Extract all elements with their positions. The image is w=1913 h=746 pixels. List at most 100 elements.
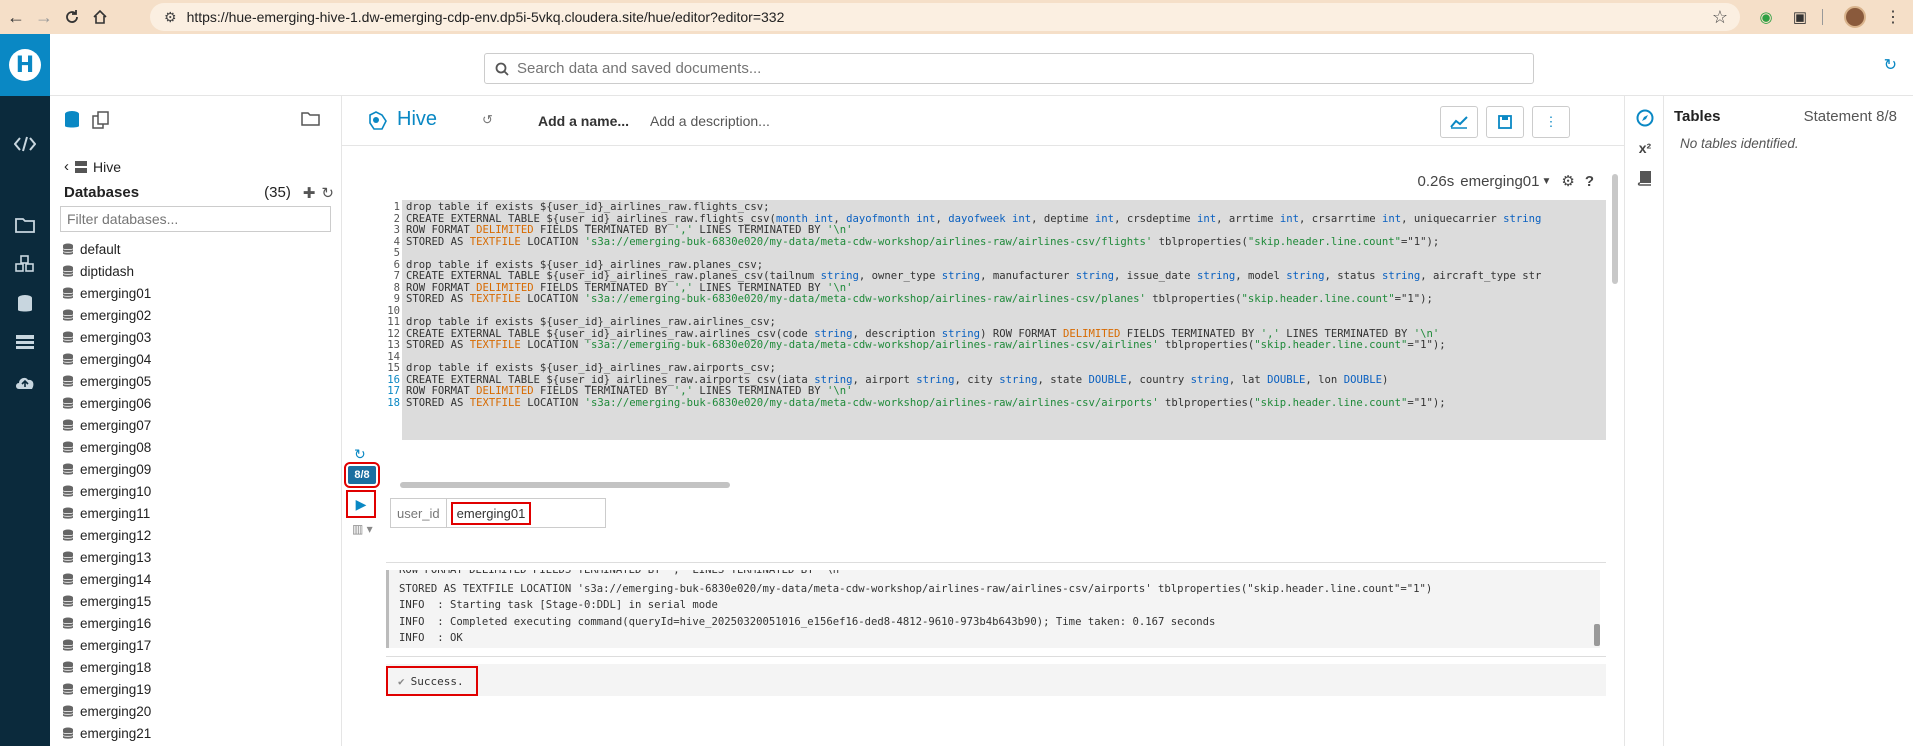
database-item[interactable]: emerging17 xyxy=(62,634,151,656)
run-play-icon[interactable]: ▶ xyxy=(346,490,376,518)
chart-button[interactable] xyxy=(1440,106,1478,138)
database-item[interactable]: emerging10 xyxy=(62,480,151,502)
chevron-left-icon[interactable]: ‹ xyxy=(64,158,69,175)
tables-icon[interactable] xyxy=(11,328,39,356)
log-scrollbar[interactable] xyxy=(1594,624,1600,646)
statement-counter-badge[interactable]: 8/8 xyxy=(344,462,380,488)
filter-databases-input[interactable] xyxy=(60,206,331,232)
functions-icon[interactable]: x² xyxy=(1635,138,1655,158)
database-item[interactable]: default xyxy=(62,238,151,260)
open-folder-icon[interactable] xyxy=(301,110,321,129)
compass-icon[interactable] xyxy=(1635,108,1655,128)
database-icon xyxy=(62,441,74,453)
database-icon xyxy=(62,309,74,321)
query-history-icon[interactable]: ↺ xyxy=(482,112,493,128)
code-line[interactable]: 9 STORED AS TEXTFILE LOCATION 's3a://emer… xyxy=(386,293,1433,306)
database-name: emerging01 xyxy=(80,285,152,301)
reset-statement-icon[interactable]: ↻ xyxy=(354,446,366,463)
language-reference-icon[interactable] xyxy=(1635,168,1655,188)
refresh-icon[interactable]: ↻ xyxy=(321,184,334,202)
line-number: 18 xyxy=(387,396,400,409)
database-item[interactable]: emerging08 xyxy=(62,436,151,458)
query-description-field[interactable]: Add a description... xyxy=(650,113,770,129)
profile-avatar[interactable] xyxy=(1844,6,1866,28)
log-resize-handle[interactable] xyxy=(386,562,1606,563)
code-line[interactable]: 5 xyxy=(386,247,406,260)
database-item[interactable]: emerging20 xyxy=(62,700,151,722)
settings-gear-icon[interactable]: ⚙ xyxy=(1561,172,1574,190)
browser-menu-icon[interactable]: ⋮ xyxy=(1885,7,1901,27)
forward-icon[interactable]: → xyxy=(32,5,56,29)
database-item[interactable]: emerging12 xyxy=(62,524,151,546)
database-item[interactable]: emerging21 xyxy=(62,722,151,744)
database-item[interactable]: emerging18 xyxy=(62,656,151,678)
execution-log: ROW FORMAT DELIMITED FIELDS TERMINATED B… xyxy=(386,570,1600,648)
horizontal-scrollbar[interactable] xyxy=(400,482,730,488)
add-icon[interactable]: ✚ xyxy=(303,184,316,202)
database-item[interactable]: emerging16 xyxy=(62,612,151,634)
database-name: emerging07 xyxy=(80,417,152,433)
database-item[interactable]: emerging05 xyxy=(62,370,151,392)
check-icon: ✔ xyxy=(398,674,405,688)
database-icon[interactable] xyxy=(11,290,39,318)
editor-vertical-scrollbar[interactable] xyxy=(1612,174,1618,284)
search-input[interactable] xyxy=(517,60,1517,77)
history-icon[interactable]: ↻ xyxy=(1884,55,1897,75)
home-icon[interactable] xyxy=(88,5,112,29)
editor-icon[interactable] xyxy=(11,130,39,158)
database-item[interactable]: emerging15 xyxy=(62,590,151,612)
assist-panel: ‹ Hive Databases (35) ✚ ↻ default diptida… xyxy=(50,96,342,746)
sql-code-editor[interactable]: 1 drop table if exists ${user_id}_airline… xyxy=(386,200,1606,440)
database-item[interactable]: emerging01 xyxy=(62,282,151,304)
hue-logo[interactable]: H xyxy=(0,34,50,96)
breadcrumb[interactable]: ‹ Hive xyxy=(64,158,121,175)
database-name: emerging03 xyxy=(80,329,152,345)
code-text: drop table if exists ${user_id}_airlines… xyxy=(406,316,776,328)
database-item[interactable]: emerging09 xyxy=(62,458,151,480)
code-line[interactable]: 13 STORED AS TEXTFILE LOCATION 's3a://eme… xyxy=(386,339,1446,352)
database-item[interactable]: emerging19 xyxy=(62,678,151,700)
database-name: emerging08 xyxy=(80,439,152,455)
bookmark-star-icon[interactable]: ☆ xyxy=(1712,7,1728,28)
extensions-puzzle-icon[interactable]: ▣ xyxy=(1790,7,1810,27)
sql-assist-icon[interactable] xyxy=(64,110,80,133)
param-value-input[interactable]: emerging01 xyxy=(447,499,605,527)
database-item[interactable]: emerging07 xyxy=(62,414,151,436)
back-icon[interactable]: ← xyxy=(4,5,28,29)
jobs-icon[interactable] xyxy=(11,250,39,278)
address-bar[interactable]: ⚙ https://hue-emerging-hive-1.dw-emergin… xyxy=(150,3,1740,31)
database-item[interactable]: emerging04 xyxy=(62,348,151,370)
more-options-button[interactable]: ⋮ xyxy=(1532,106,1570,138)
compute-selector[interactable]: emerging01 xyxy=(1460,173,1539,190)
database-icon xyxy=(62,331,74,343)
snippet-book-icon[interactable]: ▥ ▾ xyxy=(352,522,373,536)
database-item[interactable]: emerging13 xyxy=(62,546,151,568)
site-info-icon[interactable]: ⚙ xyxy=(164,9,177,26)
database-name: emerging17 xyxy=(80,637,152,653)
editor-type-label[interactable]: Hive xyxy=(397,108,437,131)
reload-icon[interactable] xyxy=(60,5,84,29)
code-line[interactable]: 4 STORED AS TEXTFILE LOCATION 's3a://emer… xyxy=(386,236,1440,249)
database-item[interactable]: emerging11 xyxy=(62,502,151,524)
server-icon xyxy=(75,160,87,173)
database-item[interactable]: emerging02 xyxy=(62,304,151,326)
database-item[interactable]: emerging03 xyxy=(62,326,151,348)
save-button[interactable] xyxy=(1486,106,1524,138)
database-name: emerging16 xyxy=(80,615,152,631)
success-message: ✔ Success. xyxy=(386,666,478,696)
database-item[interactable]: emerging14 xyxy=(62,568,151,590)
database-item[interactable]: diptidash xyxy=(62,260,151,282)
caret-down-icon[interactable]: ▼ xyxy=(1541,176,1551,187)
results-resize-handle[interactable] xyxy=(386,656,1606,657)
code-line[interactable]: 18 STORED AS TEXTFILE LOCATION 's3a://eme… xyxy=(386,396,1445,410)
database-item[interactable]: emerging06 xyxy=(62,392,151,414)
cloud-upload-icon[interactable] xyxy=(11,368,39,396)
files-icon[interactable] xyxy=(11,210,39,238)
global-search[interactable] xyxy=(484,53,1534,84)
help-icon[interactable]: ? xyxy=(1585,173,1594,190)
code-text: STORED AS TEXTFILE LOCATION 's3a://emerg… xyxy=(406,339,1446,351)
query-name-field[interactable]: Add a name... xyxy=(538,113,629,129)
browser-toolbar: ← → ⚙ https://hue-emerging-hive-1.dw-eme… xyxy=(0,0,1913,34)
documents-assist-icon[interactable] xyxy=(92,110,110,132)
extension-eye-icon[interactable]: ◉ xyxy=(1756,7,1776,27)
